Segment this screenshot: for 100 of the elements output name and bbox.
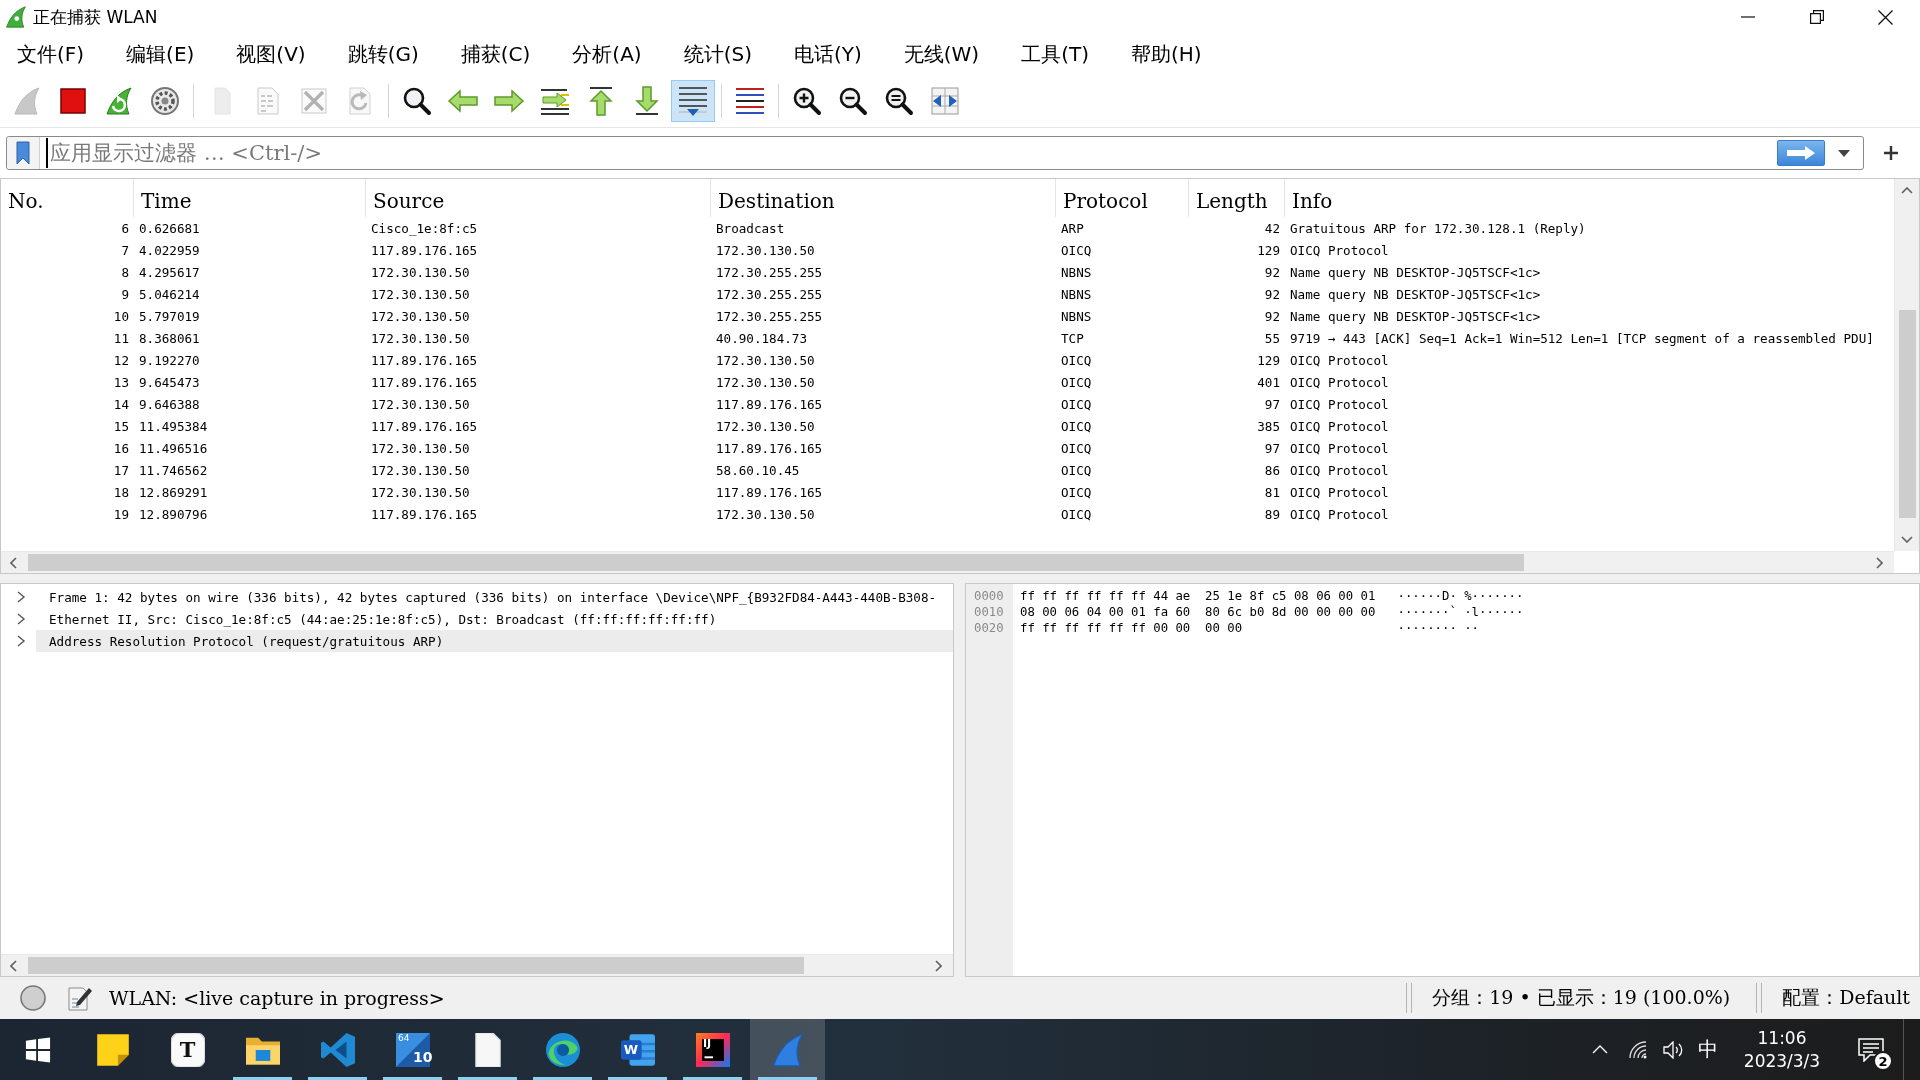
tree-item[interactable]: Frame 1: 42 bytes on wire (336 bits), 42 bytes captured (336 bits) on interface \Device\NPF_{B932FD84-A443-440B-B308- bbox=[36, 586, 953, 608]
menu-item[interactable]: 跳转(G) bbox=[326, 36, 440, 72]
table-cell-text: OICQ Protocol bbox=[1289, 352, 1390, 368]
table-cell-text: 9.645473 bbox=[138, 374, 201, 390]
code-icon bbox=[320, 1032, 355, 1067]
menu-item[interactable]: 电话(Y) bbox=[772, 36, 883, 72]
taskbar-button[interactable]: W bbox=[600, 1019, 675, 1080]
clock-date[interactable]: 2023/3/3 bbox=[1743, 1052, 1821, 1070]
table-cell-text: Name query NB DESKTOP-JQ5TSCF<1c> bbox=[1289, 286, 1542, 302]
menu-item[interactable]: 无线(W) bbox=[882, 36, 1001, 72]
table-cell-text: 14 bbox=[112, 396, 130, 412]
status-circle-icon[interactable] bbox=[20, 985, 46, 1011]
hex-bytes: ff ff ff ff ff ff 44 ae 25 1e 8f c5 08 06 00 01 bbox=[1020, 588, 1377, 604]
bookmark-button[interactable] bbox=[7, 137, 40, 169]
table-cell-text: 385 bbox=[1256, 418, 1281, 434]
table-cell-text: 4.295617 bbox=[138, 264, 201, 280]
chevron-up-icon bbox=[1592, 1045, 1608, 1054]
autoscroll-icon bbox=[677, 84, 709, 117]
ascii-bytes: ·······` ·l······ bbox=[1397, 604, 1524, 620]
table-cell-text: 172.30.130.50 bbox=[715, 506, 816, 522]
column-header[interactable]: Destination bbox=[710, 179, 1055, 217]
menu-item[interactable]: 统计(S) bbox=[662, 36, 773, 72]
table-cell-text: 58.60.10.45 bbox=[715, 462, 801, 478]
table-cell-text: 172.30.255.255 bbox=[715, 264, 824, 280]
column-header[interactable]: Length bbox=[1188, 179, 1284, 217]
menu-item[interactable]: 分析(A) bbox=[551, 36, 663, 72]
chevron-up-icon[interactable] bbox=[1901, 187, 1913, 194]
table-cell-text: 172.30.130.50 bbox=[370, 484, 471, 500]
apply-filter-button[interactable] bbox=[1777, 140, 1825, 166]
chevron-right-icon[interactable] bbox=[1876, 556, 1883, 569]
wifi-icon bbox=[1628, 1040, 1648, 1059]
table-cell-text: OICQ bbox=[1060, 462, 1093, 478]
scrollbar-thumb[interactable] bbox=[28, 554, 1524, 571]
table-cell-text: 18 bbox=[112, 484, 130, 500]
menu-item[interactable]: 捕获(C) bbox=[439, 36, 552, 72]
table-cell-text: 17 bbox=[112, 462, 130, 478]
menu-item[interactable]: 帮助(H) bbox=[1110, 36, 1223, 72]
display-filter-input[interactable]: 应用显示过滤器 … <Ctrl-/> bbox=[46, 138, 1777, 168]
table-cell-text: 7 bbox=[120, 242, 130, 258]
table-cell-text: OICQ bbox=[1060, 396, 1093, 412]
taskbar-button[interactable]: T bbox=[150, 1019, 225, 1080]
chevron-left-icon[interactable] bbox=[10, 959, 17, 972]
chevron-left-icon[interactable] bbox=[10, 556, 17, 569]
table-cell-text: NBNS bbox=[1060, 308, 1093, 324]
tree-item[interactable]: Ethernet II, Src: Cisco_1e:8f:c5 (44:ae:25:1e:8f:c5), Dst: Broadcast (ff:ff:ff:ff:ff:ff) bbox=[36, 608, 953, 630]
scrollbar-thumb[interactable] bbox=[28, 957, 804, 974]
table-cell-text: OICQ bbox=[1060, 418, 1093, 434]
table-cell-text: Name query NB DESKTOP-JQ5TSCF<1c> bbox=[1289, 264, 1542, 280]
menu-item[interactable]: 文件(F) bbox=[0, 36, 106, 72]
table-cell-text: 12.869291 bbox=[138, 484, 209, 500]
start-icon bbox=[24, 1036, 51, 1063]
table-cell-text: 117.89.176.165 bbox=[370, 242, 479, 258]
chevron-down-icon[interactable] bbox=[1901, 536, 1913, 543]
table-cell-text: 12.890796 bbox=[138, 506, 209, 522]
input-method-indicator[interactable]: 中 bbox=[1691, 1019, 1725, 1080]
table-cell-text: 129 bbox=[1256, 352, 1281, 368]
table-cell-text: OICQ Protocol bbox=[1289, 418, 1390, 434]
chevron-right-icon[interactable] bbox=[15, 635, 27, 647]
chevron-right-icon[interactable] bbox=[935, 959, 942, 972]
notification-button[interactable]: 2 bbox=[1839, 1019, 1903, 1080]
hex-bytes: ff ff ff ff ff ff 00 00 00 00 bbox=[1020, 620, 1244, 636]
document-tile-icon bbox=[620, 1032, 655, 1067]
packet-counts: 分组：19 • 已显示：19 (100.0%) bbox=[1432, 985, 1731, 1010]
table-cell-text: 40.90.184.73 bbox=[715, 330, 808, 346]
table-cell-text: 9.192270 bbox=[138, 352, 201, 368]
volume-icon bbox=[1663, 1040, 1685, 1059]
table-cell-text: 172.30.130.50 bbox=[715, 374, 816, 390]
table-cell-text: 172.30.130.50 bbox=[370, 462, 471, 478]
table-cell-text: 11 bbox=[112, 330, 130, 346]
taskbar-button[interactable]: IJ bbox=[675, 1019, 750, 1080]
chevron-right-icon[interactable] bbox=[15, 613, 27, 625]
tree-item[interactable]: Address Resolution Protocol (request/gratuitous ARP) bbox=[36, 630, 953, 652]
table-cell-text: 12 bbox=[112, 352, 130, 368]
window-title: 正在捕获 WLAN bbox=[33, 5, 158, 29]
column-header[interactable]: No. bbox=[1, 179, 133, 217]
scrollbar-thumb[interactable] bbox=[1898, 310, 1916, 518]
table-cell-text: OICQ Protocol bbox=[1289, 462, 1390, 478]
chevron-right-icon[interactable] bbox=[15, 591, 27, 603]
profile-label[interactable]: 配置：Default bbox=[1782, 985, 1910, 1011]
toolbar-button[interactable] bbox=[671, 79, 715, 122]
menu-item[interactable]: 编辑(E) bbox=[105, 36, 216, 72]
table-cell-text: OICQ bbox=[1060, 242, 1093, 258]
taskbar-button[interactable]: 64 10 bbox=[375, 1019, 450, 1080]
column-header[interactable]: Protocol bbox=[1055, 179, 1188, 217]
table-cell-text: 97 bbox=[1263, 396, 1281, 412]
capture-status: WLAN: <live capture in progress> bbox=[109, 987, 445, 1009]
display-filter-field[interactable]: 应用显示过滤器 … <Ctrl-/> bbox=[6, 136, 1864, 170]
column-header[interactable]: Time bbox=[133, 179, 365, 217]
byte-offset: 0000 bbox=[974, 588, 1005, 604]
menu-item[interactable]: 视图(V) bbox=[215, 36, 327, 72]
table-cell-text: 172.30.255.255 bbox=[715, 286, 824, 302]
table-cell-text: 11.496516 bbox=[138, 440, 209, 456]
edit-note-icon[interactable] bbox=[67, 985, 93, 1011]
menu-item[interactable]: 工具(T) bbox=[1000, 36, 1110, 72]
table-cell-text: OICQ bbox=[1060, 352, 1093, 368]
table-cell-text: 4.022959 bbox=[138, 242, 201, 258]
column-header[interactable]: Source bbox=[365, 179, 710, 217]
byte-offset: 0020 bbox=[974, 620, 1005, 636]
clock-time[interactable]: 11:06 bbox=[1757, 1029, 1807, 1047]
table-cell-text: 9.646388 bbox=[138, 396, 201, 412]
